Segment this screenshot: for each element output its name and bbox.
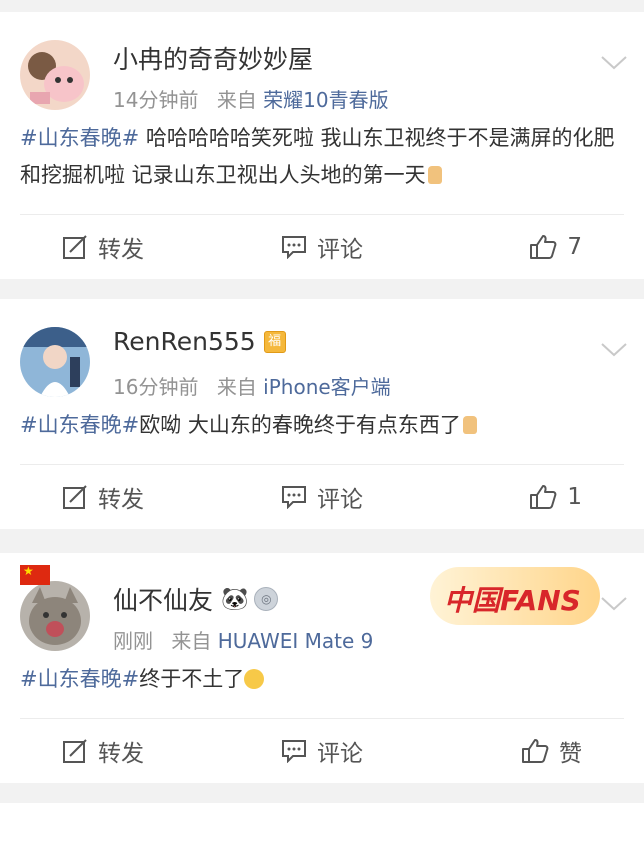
post-source[interactable]: 荣耀10青春版 [263,88,388,112]
fu-badge-icon: 福 [263,330,286,353]
post-body: 欧呦 大山东的春晚终于有点东西了 [139,413,461,437]
repost-button[interactable]: 转发 [0,734,235,768]
repost-button[interactable]: 转发 [0,480,235,514]
thumbs-up-icon [521,739,549,763]
feed-gap [0,783,644,803]
post-card[interactable]: 小冉的奇奇妙妙屋 14分钟前 来自 荣耀10青春版 #山东春晚# 哈哈哈哈哈笑死… [0,12,644,279]
post-meta: 刚刚 来自 HUAWEI Mate 9 [113,625,373,654]
thumbs-up-emoji-icon [427,166,442,184]
post-source[interactable]: HUAWEI Mate 9 [218,629,374,653]
panda-icon: 🐼 [221,586,249,612]
comment-icon [281,486,306,509]
hashtag-link[interactable]: #山东春晚# [20,126,139,150]
repost-icon [63,485,87,509]
post-card[interactable]: 仙不仙友🐼◎ 刚刚 来自 HUAWEI Mate 9 中国FANS #山东春晚#… [0,553,644,783]
comment-icon [281,740,306,763]
repost-icon [63,739,87,763]
repost-button[interactable]: 转发 [0,230,235,264]
thumbs-up-emoji-icon [462,416,477,434]
comment-button[interactable]: 评论 [235,230,408,264]
post-header: 小冉的奇奇妙妙屋 14分钟前 来自 荣耀10青春版 [0,12,644,120]
comment-button[interactable]: 评论 [235,734,408,768]
action-bar: 转发 评论 1 [0,465,644,529]
post-meta: 14分钟前 来自 荣耀10青春版 [113,84,389,113]
chevron-down-icon[interactable] [600,341,628,359]
from-label: 来自 [171,629,212,653]
chevron-down-icon[interactable] [600,54,628,72]
action-bar: 转发 评论 7 [0,215,644,279]
china-fans-banner: 中国FANS [430,567,600,625]
feed-gap [0,279,644,299]
feed-gap [0,529,644,553]
repost-icon [63,235,87,259]
post-text: #山东春晚# 哈哈哈哈哈笑死啦 我山东卫视终于不是满屏的化肥和挖掘机啦 记录山东… [0,120,644,194]
post-time: 14分钟前 [113,88,199,112]
comment-icon [281,236,306,259]
post-card[interactable]: RenRen555 福 16分钟前 来自 iPhone客户端 #山东春晚#欧呦 大… [0,299,644,529]
like-button[interactable]: 7 [409,234,644,260]
medal-icon: ◎ [254,587,279,611]
post-text: #山东春晚#欧呦 大山东的春晚终于有点东西了 [0,407,644,444]
post-body: 终于不土了 [139,667,245,691]
user-avatar[interactable] [20,40,90,110]
post-time: 16分钟前 [113,375,199,399]
laughing-emoji-icon [244,669,265,689]
hashtag-link[interactable]: #山东春晚# [20,413,139,437]
post-meta: 16分钟前 来自 iPhone客户端 [113,371,391,400]
post-header: 仙不仙友🐼◎ 刚刚 来自 HUAWEI Mate 9 中国FANS [0,553,644,661]
username[interactable]: 小冉的奇奇妙妙屋 [113,40,313,76]
username[interactable]: 仙不仙友 🐼 ◎ [113,581,279,617]
post-card-partial[interactable] [0,803,644,843]
like-button[interactable]: 赞 [409,734,644,768]
user-avatar[interactable] [20,581,90,651]
feed-gap [0,0,644,12]
from-label: 来自 [216,88,257,112]
post-header: RenRen555 福 16分钟前 来自 iPhone客户端 [0,299,644,407]
like-button[interactable]: 1 [409,484,644,510]
hashtag-link[interactable]: #山东春晚# [20,667,139,691]
post-time: 刚刚 [113,629,153,653]
china-flag-icon [20,564,50,585]
thumbs-up-icon [530,235,557,259]
post-source[interactable]: iPhone客户端 [263,375,391,399]
user-avatar[interactable] [20,327,90,397]
username[interactable]: RenRen555 福 [113,327,286,356]
post-text: #山东春晚#终于不土了 [0,661,644,698]
chevron-down-icon[interactable] [600,595,628,613]
from-label: 来自 [216,375,257,399]
comment-button[interactable]: 评论 [235,480,408,514]
thumbs-up-icon [530,485,557,509]
action-bar: 转发 评论 赞 [0,719,644,783]
